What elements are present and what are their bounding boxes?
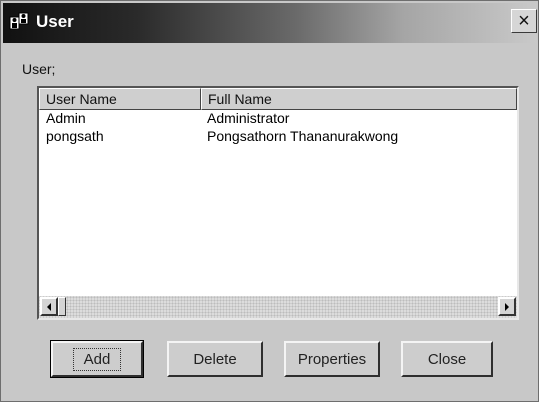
user-label: User; [22, 61, 56, 77]
users-icon [9, 11, 31, 33]
close-button[interactable]: Close [401, 341, 493, 377]
horizontal-scrollbar[interactable] [39, 296, 517, 318]
list-header: User Name Full Name [39, 88, 517, 110]
list-rows: Admin Administrator pongsath Pongsathorn… [39, 110, 517, 146]
user-name-cell: pongsath [46, 128, 104, 144]
properties-button-label: Properties [297, 350, 367, 368]
scroll-right-button[interactable] [498, 297, 516, 316]
full-name-cell: Administrator [207, 110, 290, 126]
close-icon: × [518, 10, 530, 32]
delete-button-label: Delete [193, 350, 237, 368]
arrow-right-icon [504, 298, 510, 316]
add-button[interactable]: Add [50, 340, 144, 378]
close-button-label: Close [427, 350, 467, 368]
column-header-full-name[interactable]: Full Name [201, 88, 517, 110]
arrow-left-icon [46, 298, 52, 316]
column-header-user-name[interactable]: User Name [39, 88, 201, 110]
close-window-button[interactable]: × [511, 9, 537, 33]
delete-button[interactable]: Delete [167, 341, 263, 377]
list-item[interactable]: pongsath Pongsathorn Thananurakwong [39, 128, 517, 146]
scroll-thumb[interactable] [58, 297, 66, 316]
properties-button[interactable]: Properties [284, 341, 380, 377]
full-name-cell: Pongsathorn Thananurakwong [207, 128, 399, 144]
title-bar[interactable]: User [3, 3, 536, 43]
user-list[interactable]: User Name Full Name Admin Administrator … [37, 86, 519, 320]
add-button-label: Add [72, 347, 122, 371]
user-name-cell: Admin [46, 110, 86, 126]
user-dialog: User × User; User Name Full Name Admin A… [0, 0, 539, 402]
scroll-left-button[interactable] [40, 297, 58, 316]
list-item[interactable]: Admin Administrator [39, 110, 517, 128]
window-title: User [36, 12, 74, 31]
